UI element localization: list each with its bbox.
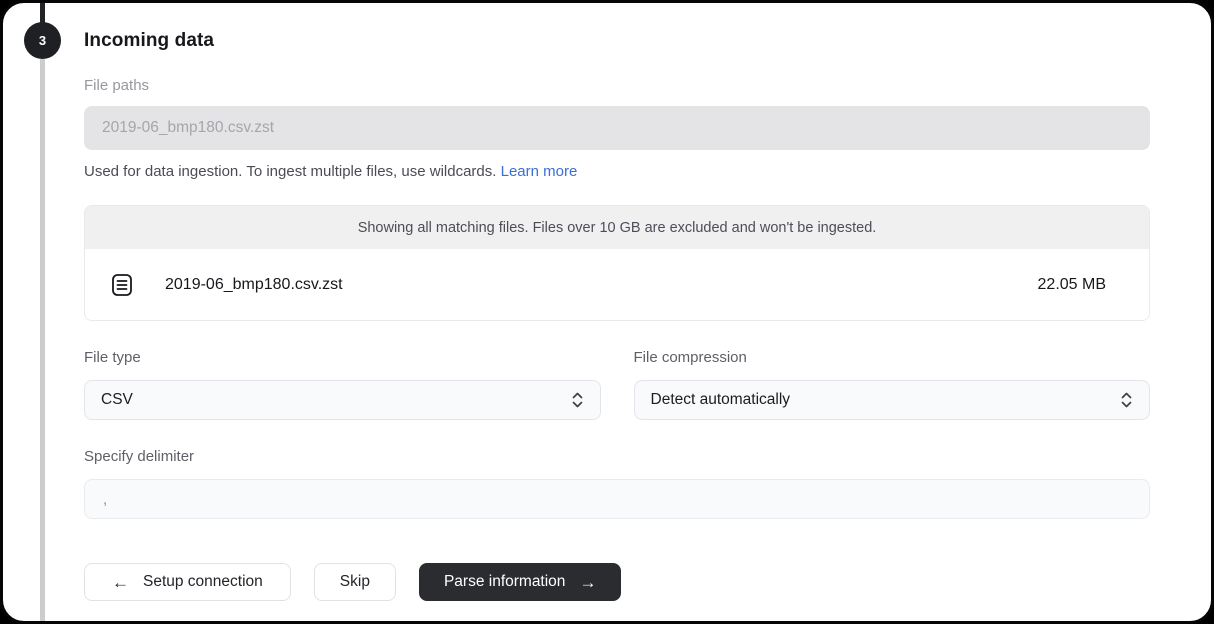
- help-text: Used for data ingestion. To ingest multi…: [84, 163, 496, 180]
- delimiter-input[interactable]: ,: [84, 479, 1150, 519]
- timeline-segment-remaining: [40, 59, 45, 621]
- arrow-left-icon: ←: [112, 574, 129, 591]
- file-compression-label: File compression: [634, 349, 1151, 367]
- file-paths-input[interactable]: 2019-06_bmp180.csv.zst: [84, 106, 1150, 150]
- file-row: 2019-06_bmp180.csv.zst 22.05 MB: [85, 249, 1149, 320]
- step-number: 3: [39, 33, 46, 48]
- file-compression-value: Detect automatically: [651, 391, 791, 409]
- file-type-label: File type: [84, 349, 601, 367]
- step-badge: 3: [24, 22, 61, 59]
- format-options-row: File type CSV File compression Detect au…: [84, 349, 1150, 420]
- matching-files-header: Showing all matching files. Files over 1…: [85, 206, 1149, 249]
- file-compression-select[interactable]: Detect automatically: [634, 380, 1151, 420]
- file-paths-help: Used for data ingestion. To ingest multi…: [84, 163, 1150, 181]
- skip-button[interactable]: Skip: [314, 563, 396, 601]
- page-title: Incoming data: [84, 28, 1150, 54]
- file-paths-value: 2019-06_bmp180.csv.zst: [102, 119, 274, 137]
- ingestion-wizard-window: 3 Incoming data File paths 2019-06_bmp18…: [0, 0, 1214, 624]
- file-paths-label: File paths: [84, 77, 1150, 95]
- matching-files-panel: Showing all matching files. Files over 1…: [84, 205, 1150, 321]
- learn-more-link[interactable]: Learn more: [501, 163, 578, 180]
- setup-connection-label: Setup connection: [143, 573, 263, 591]
- wizard-actions: ← Setup connection Skip Parse informatio…: [84, 563, 1150, 601]
- parse-information-button[interactable]: Parse information →: [419, 563, 621, 601]
- file-type-field: File type CSV: [84, 349, 601, 420]
- file-type-select[interactable]: CSV: [84, 380, 601, 420]
- arrow-right-icon: →: [579, 574, 596, 591]
- document-icon: [111, 273, 133, 297]
- setup-connection-button[interactable]: ← Setup connection: [84, 563, 291, 601]
- skip-label: Skip: [340, 573, 370, 591]
- parse-information-label: Parse information: [444, 573, 565, 591]
- delimiter-value: ,: [103, 491, 107, 508]
- incoming-data-section: Incoming data File paths 2019-06_bmp180.…: [84, 3, 1150, 601]
- delimiter-label: Specify delimiter: [84, 448, 1150, 466]
- file-type-value: CSV: [101, 391, 133, 409]
- file-name: 2019-06_bmp180.csv.zst: [165, 276, 343, 294]
- chevron-up-down-icon: [571, 391, 584, 409]
- file-compression-field: File compression Detect automatically: [634, 349, 1151, 420]
- file-size: 22.05 MB: [1038, 276, 1106, 294]
- chevron-up-down-icon: [1120, 391, 1133, 409]
